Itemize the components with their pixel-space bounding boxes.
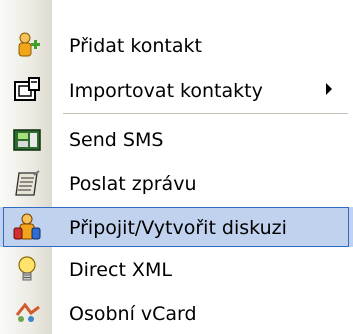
menu-item-label: Importovat kontakty: [69, 80, 263, 102]
menu-item-label: Přidat kontakt: [69, 35, 202, 57]
context-menu: Přidat kontakt Importovat kontakty Send …: [0, 0, 353, 334]
add-contact-icon: [11, 29, 43, 61]
menu-item-label: Osobní vCard: [69, 303, 197, 325]
menu-item-label: Poslat zprávu: [69, 173, 197, 195]
menu-item-direct-xml[interactable]: Direct XML: [0, 249, 353, 289]
menu-item-send-message[interactable]: Poslat zprávu: [0, 163, 353, 203]
menu-item-add-contact[interactable]: Přidat kontakt: [0, 25, 353, 65]
menu-item-send-sms[interactable]: Send SMS: [0, 119, 353, 159]
vcard-icon: [11, 297, 43, 329]
conference-icon: [11, 211, 43, 243]
menu-item-join-create-discussion[interactable]: Připojit/Vytvořit diskuzi: [0, 207, 353, 247]
import-contacts-icon: [11, 74, 43, 106]
lightbulb-icon: [11, 253, 43, 285]
message-icon: [11, 167, 43, 199]
menu-separator: [63, 113, 348, 114]
sms-phone-icon: [11, 123, 43, 155]
menu-item-label: Připojit/Vytvořit diskuzi: [69, 217, 287, 239]
menu-item-label: Send SMS: [69, 129, 164, 151]
menu-item-personal-vcard[interactable]: Osobní vCard: [0, 293, 353, 333]
menu-item-import-contacts[interactable]: Importovat kontakty: [0, 70, 353, 110]
submenu-arrow-icon: [326, 83, 332, 95]
menu-item-label: Direct XML: [69, 259, 172, 281]
